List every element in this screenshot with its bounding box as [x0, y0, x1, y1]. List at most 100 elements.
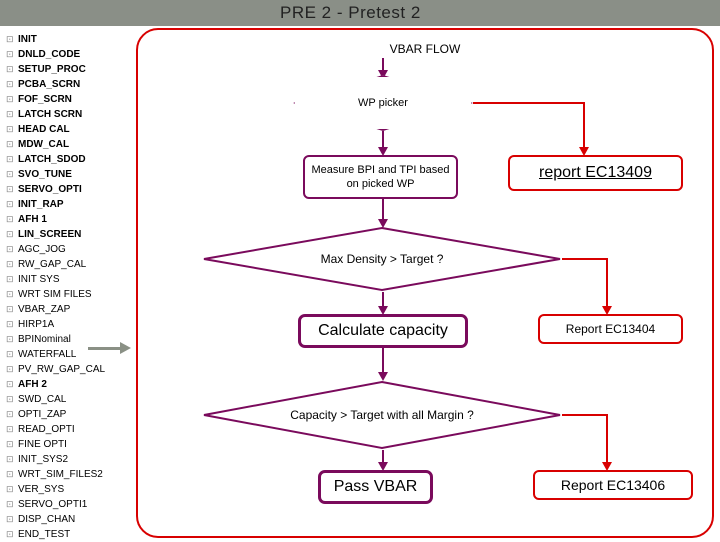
process-calculate-capacity: Calculate capacity: [298, 314, 468, 348]
tree-node-icon: [6, 152, 18, 167]
sidebar-item[interactable]: HEAD CAL: [6, 122, 134, 137]
tree-node-icon: [6, 197, 18, 212]
tree-node-icon: [6, 482, 18, 497]
sidebar-item[interactable]: SETUP_PROC: [6, 62, 134, 77]
flow-title: VBAR FLOW: [138, 42, 712, 56]
sidebar-item-label: LIN_SCREEN: [18, 227, 81, 242]
process-label: Measure BPI and TPI based on picked WP: [311, 163, 450, 192]
tree-node-icon: [6, 512, 18, 527]
sidebar-item-label: AFH 1: [18, 212, 47, 227]
sidebar-item[interactable]: HIRP1A: [6, 317, 134, 332]
arrow: [382, 199, 384, 221]
sidebar-item[interactable]: SERVO_OPTI1: [6, 497, 134, 512]
sidebar-item-label: HIRP1A: [18, 317, 54, 332]
tree-node-icon: [6, 287, 18, 302]
tree-node-icon: [6, 362, 18, 377]
page-title: PRE 2 - Pretest 2: [280, 3, 421, 23]
sidebar-item[interactable]: INIT_SYS2: [6, 452, 134, 467]
sidebar-item[interactable]: LIN_SCREEN: [6, 227, 134, 242]
sidebar-item-label: WRT SIM FILES: [18, 287, 92, 302]
sidebar-item-label: FINE OPTI: [18, 437, 67, 452]
sidebar-item[interactable]: SVO_TUNE: [6, 167, 134, 182]
sidebar-item[interactable]: INIT SYS: [6, 272, 134, 287]
sidebar-item[interactable]: AFH 2: [6, 377, 134, 392]
sidebar-item-label: INIT_SYS2: [18, 452, 68, 467]
pointer-arrow-line: [88, 347, 120, 350]
tree-node-icon: [6, 137, 18, 152]
process-label: Pass VBAR: [334, 478, 418, 496]
sidebar-item-label: DISP_CHAN: [18, 512, 75, 527]
sidebar-item[interactable]: RW_GAP_CAL: [6, 257, 134, 272]
sidebar-item-label: WATERFALL: [18, 347, 76, 362]
sidebar-item[interactable]: LATCH SCRN: [6, 107, 134, 122]
tree-node-icon: [6, 407, 18, 422]
tree-node-icon: [6, 452, 18, 467]
report-label: Report EC13404: [566, 322, 655, 336]
sidebar-item[interactable]: WRT_SIM_FILES2: [6, 467, 134, 482]
tree-node-icon: [6, 437, 18, 452]
arrow-red: [606, 258, 608, 308]
tree-node-icon: [6, 32, 18, 47]
tree-node-icon: [6, 302, 18, 317]
process-label: Calculate capacity: [318, 322, 448, 340]
sidebar-item-label: SETUP_PROC: [18, 62, 86, 77]
tree-node-icon: [6, 212, 18, 227]
sidebar-item[interactable]: AFH 1: [6, 212, 134, 227]
sidebar-item[interactable]: VER_SYS: [6, 482, 134, 497]
sidebar-item[interactable]: BPINominal: [6, 332, 134, 347]
arrow-red: [606, 414, 608, 464]
sidebar-item[interactable]: WRT SIM FILES: [6, 287, 134, 302]
sidebar-item-label: VER_SYS: [18, 482, 64, 497]
sidebar-item-label: PCBA_SCRN: [18, 77, 80, 92]
report-ec13404: Report EC13404: [538, 314, 683, 344]
sidebar-item-label: FOF_SCRN: [18, 92, 72, 107]
tree-node-icon: [6, 227, 18, 242]
sidebar-item[interactable]: FOF_SCRN: [6, 92, 134, 107]
sidebar-item-label: AGC_JOG: [18, 242, 66, 257]
decision-label: WP picker: [358, 97, 408, 109]
decision-wp-picker: WP picker: [293, 75, 473, 131]
tree-node-icon: [6, 257, 18, 272]
sidebar-item[interactable]: FINE OPTI: [6, 437, 134, 452]
report-label: report EC13409: [539, 164, 652, 182]
sidebar-item-label: INIT: [18, 32, 37, 47]
sidebar-item[interactable]: INIT_RAP: [6, 197, 134, 212]
arrow-red: [562, 414, 606, 416]
sidebar-item[interactable]: PCBA_SCRN: [6, 77, 134, 92]
report-ec13409: report EC13409: [508, 155, 683, 191]
tree-node-icon: [6, 467, 18, 482]
decision-capacity: Capacity > Target with all Margin ?: [202, 380, 562, 450]
tree-node-icon: [6, 92, 18, 107]
sidebar-item[interactable]: AGC_JOG: [6, 242, 134, 257]
tree-node-icon: [6, 332, 18, 347]
sidebar-item[interactable]: PV_RW_GAP_CAL: [6, 362, 134, 377]
sidebar-item[interactable]: INIT: [6, 32, 134, 47]
tree-node-icon: [6, 272, 18, 287]
arrow-red: [583, 102, 585, 149]
tree-node-icon: [6, 47, 18, 62]
sidebar-item[interactable]: DNLD_CODE: [6, 47, 134, 62]
arrow-red: [473, 102, 583, 104]
process-pass-vbar: Pass VBAR: [318, 470, 433, 504]
sidebar-item[interactable]: DISP_CHAN: [6, 512, 134, 527]
sidebar-item-label: DNLD_CODE: [18, 47, 80, 62]
sidebar-item-label: INIT SYS: [18, 272, 60, 287]
sidebar-item[interactable]: SERVO_OPTI: [6, 182, 134, 197]
report-ec13406: Report EC13406: [533, 470, 693, 500]
sidebar-item-label: AFH 2: [18, 377, 47, 392]
tree-node-icon: [6, 377, 18, 392]
arrow-red: [562, 258, 606, 260]
tree-node-icon: [6, 122, 18, 137]
tree-node-icon: [6, 107, 18, 122]
flowchart-container: VBAR FLOW WP picker Measure BPI and TPI …: [136, 28, 714, 538]
sidebar-item[interactable]: MDW_CAL: [6, 137, 134, 152]
sidebar-item[interactable]: READ_OPTI: [6, 422, 134, 437]
sidebar-item[interactable]: SWD_CAL: [6, 392, 134, 407]
sidebar-item-label: SERVO_OPTI: [18, 182, 82, 197]
process-measure: Measure BPI and TPI based on picked WP: [303, 155, 458, 199]
sidebar-item[interactable]: LATCH_SDOD: [6, 152, 134, 167]
tree-node-icon: [6, 392, 18, 407]
sidebar-item-label: PV_RW_GAP_CAL: [18, 362, 105, 377]
sidebar-item[interactable]: OPTI_ZAP: [6, 407, 134, 422]
sidebar-item[interactable]: VBAR_ZAP: [6, 302, 134, 317]
